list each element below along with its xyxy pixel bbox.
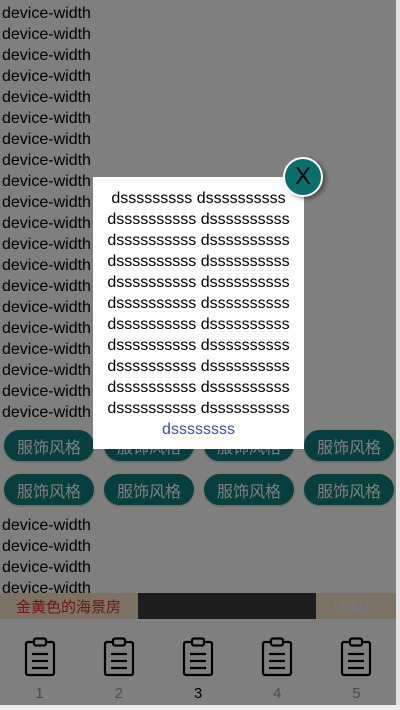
close-icon: X <box>294 163 311 190</box>
dialog-text-line: dssssssssss dssssssssss <box>107 400 290 417</box>
dialog-text-line: dssssssssss dssssssssss <box>107 232 290 249</box>
close-button[interactable]: X <box>283 157 323 197</box>
dialog-text-line: dssssssssss dssssssssss <box>107 274 290 291</box>
dialog-text-line: dsssssssss dssssssssss <box>111 190 286 207</box>
dialog-text-line: dssssssssss dssssssssss <box>107 253 290 270</box>
window-edge <box>396 0 400 710</box>
dialog-text-line: dssssssssss dssssssssss <box>107 211 290 228</box>
dialog-text-line: dssssssssss dssssssssss <box>107 358 290 375</box>
dialog-text-line: dssssssssss dssssssssss <box>107 337 290 354</box>
popup-dialog: dsssssssss dssssssssss dssssssssss dssss… <box>93 177 304 449</box>
dialog-text-line: dssssssssss dssssssssss <box>107 295 290 312</box>
dialog-text-line: dssssssssss dssssssssss <box>107 379 290 396</box>
dialog-text-line: dssssssssss dssssssssss <box>107 316 290 333</box>
window-edge <box>0 705 400 710</box>
dialog-footer-text: dssssssss <box>162 421 235 438</box>
